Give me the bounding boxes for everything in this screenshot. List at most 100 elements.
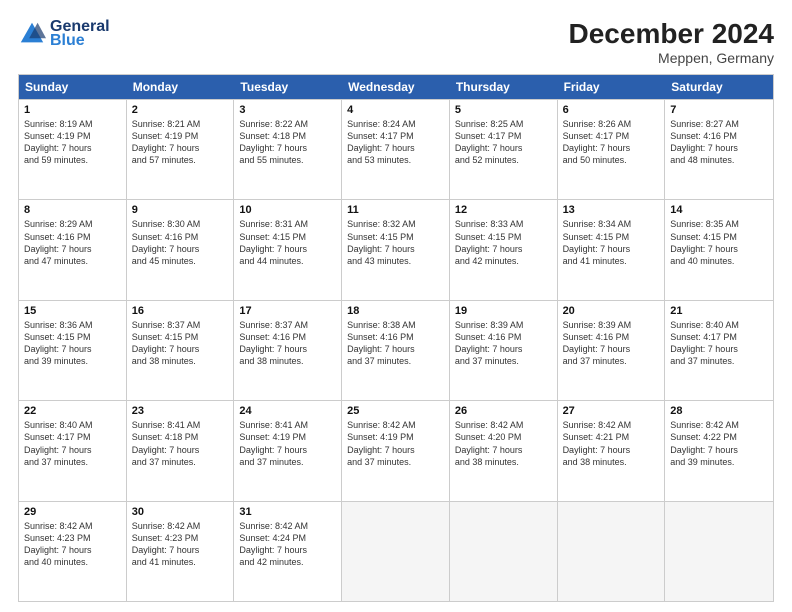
empty-cell <box>450 502 558 601</box>
day-cell-6: 6 Sunrise: 8:26 AMSunset: 4:17 PMDaylight… <box>558 100 666 199</box>
day-cell-10: 10 Sunrise: 8:31 AMSunset: 4:15 PMDayligh… <box>234 200 342 299</box>
day-cell-23: 23Sunrise: 8:41 AMSunset: 4:18 PMDayligh… <box>127 401 235 500</box>
day-info: Sunrise: 8:39 AMSunset: 4:16 PMDaylight:… <box>455 319 552 368</box>
day-cell-8: 8Sunrise: 8:29 AMSunset: 4:16 PMDaylight… <box>19 200 127 299</box>
day-info: Sunrise: 8:42 AMSunset: 4:24 PMDaylight:… <box>239 520 336 569</box>
day-number: 24 <box>239 405 336 417</box>
day-cell-1: 1 Sunrise: 8:19 AMSunset: 4:19 PMDaylight… <box>19 100 127 199</box>
calendar-row-1: 1 Sunrise: 8:19 AMSunset: 4:19 PMDaylight… <box>19 99 773 199</box>
title-block: December 2024 Meppen, Germany <box>569 18 774 66</box>
logo-icon <box>18 20 46 48</box>
day-cell-25: 25 Sunrise: 8:42 AMSunset: 4:19 PMDayligh… <box>342 401 450 500</box>
day-number: 19 <box>455 305 552 317</box>
day-info: Sunrise: 8:31 AMSunset: 4:15 PMDaylight:… <box>239 218 336 267</box>
day-number: 1 <box>24 104 121 116</box>
day-info: Sunrise: 8:24 AMSunset: 4:17 PMDaylight:… <box>347 118 444 167</box>
day-info: Sunrise: 8:37 AMSunset: 4:15 PMDaylight:… <box>132 319 229 368</box>
day-cell-24: 24 Sunrise: 8:41 AMSunset: 4:19 PMDayligh… <box>234 401 342 500</box>
day-info: Sunrise: 8:37 AMSunset: 4:16 PMDaylight:… <box>239 319 336 368</box>
location: Meppen, Germany <box>569 50 774 66</box>
day-info: Sunrise: 8:36 AMSunset: 4:15 PMDaylight:… <box>24 319 121 368</box>
day-cell-22: 22 Sunrise: 8:40 AMSunset: 4:17 PMDayligh… <box>19 401 127 500</box>
day-number: 6 <box>563 104 660 116</box>
day-info: Sunrise: 8:40 AMSunset: 4:17 PMDaylight:… <box>670 319 768 368</box>
day-info: Sunrise: 8:25 AMSunset: 4:17 PMDaylight:… <box>455 118 552 167</box>
day-cell-9: 9 Sunrise: 8:30 AMSunset: 4:16 PMDaylight… <box>127 200 235 299</box>
day-info: Sunrise: 8:42 AMSunset: 4:23 PMDaylight:… <box>132 520 229 569</box>
calendar-row-5: 29 Sunrise: 8:42 AMSunset: 4:23 PMDayligh… <box>19 501 773 601</box>
weekday-header-monday: Monday <box>127 75 235 99</box>
day-cell-27: 27Sunrise: 8:42 AMSunset: 4:21 PMDayligh… <box>558 401 666 500</box>
day-cell-18: 18 Sunrise: 8:38 AMSunset: 4:16 PMDayligh… <box>342 301 450 400</box>
calendar-row-3: 15Sunrise: 8:36 AMSunset: 4:15 PMDayligh… <box>19 300 773 400</box>
day-info: Sunrise: 8:39 AMSunset: 4:16 PMDaylight:… <box>563 319 660 368</box>
day-cell-12: 12 Sunrise: 8:33 AMSunset: 4:15 PMDayligh… <box>450 200 558 299</box>
day-info: Sunrise: 8:30 AMSunset: 4:16 PMDaylight:… <box>132 218 229 267</box>
day-number: 28 <box>670 405 768 417</box>
empty-cell <box>558 502 666 601</box>
day-number: 21 <box>670 305 768 317</box>
day-number: 18 <box>347 305 444 317</box>
weekday-header-tuesday: Tuesday <box>234 75 342 99</box>
day-number: 13 <box>563 204 660 216</box>
day-info: Sunrise: 8:22 AMSunset: 4:18 PMDaylight:… <box>239 118 336 167</box>
page: General Blue December 2024 Meppen, Germa… <box>0 0 792 612</box>
logo: General Blue <box>18 18 110 50</box>
day-info: Sunrise: 8:34 AMSunset: 4:15 PMDaylight:… <box>563 218 660 267</box>
empty-cell <box>665 502 773 601</box>
day-cell-26: 26 Sunrise: 8:42 AMSunset: 4:20 PMDayligh… <box>450 401 558 500</box>
day-number: 9 <box>132 204 229 216</box>
day-info: Sunrise: 8:33 AMSunset: 4:15 PMDaylight:… <box>455 218 552 267</box>
weekday-header-saturday: Saturday <box>665 75 773 99</box>
day-number: 4 <box>347 104 444 116</box>
day-info: Sunrise: 8:41 AMSunset: 4:19 PMDaylight:… <box>239 419 336 468</box>
day-number: 8 <box>24 204 121 216</box>
day-number: 5 <box>455 104 552 116</box>
day-number: 30 <box>132 506 229 518</box>
day-cell-4: 4 Sunrise: 8:24 AMSunset: 4:17 PMDaylight… <box>342 100 450 199</box>
weekday-header-wednesday: Wednesday <box>342 75 450 99</box>
day-cell-29: 29 Sunrise: 8:42 AMSunset: 4:23 PMDayligh… <box>19 502 127 601</box>
day-number: 29 <box>24 506 121 518</box>
calendar-row-2: 8Sunrise: 8:29 AMSunset: 4:16 PMDaylight… <box>19 199 773 299</box>
day-cell-7: 7 Sunrise: 8:27 AMSunset: 4:16 PMDaylight… <box>665 100 773 199</box>
empty-cell <box>342 502 450 601</box>
day-number: 7 <box>670 104 768 116</box>
calendar-body: 1 Sunrise: 8:19 AMSunset: 4:19 PMDaylight… <box>19 99 773 601</box>
day-info: Sunrise: 8:42 AMSunset: 4:20 PMDaylight:… <box>455 419 552 468</box>
calendar: SundayMondayTuesdayWednesdayThursdayFrid… <box>18 74 774 602</box>
day-cell-15: 15Sunrise: 8:36 AMSunset: 4:15 PMDayligh… <box>19 301 127 400</box>
day-cell-2: 2Sunrise: 8:21 AMSunset: 4:19 PMDaylight… <box>127 100 235 199</box>
day-number: 22 <box>24 405 121 417</box>
day-info: Sunrise: 8:42 AMSunset: 4:23 PMDaylight:… <box>24 520 121 569</box>
day-cell-11: 11Sunrise: 8:32 AMSunset: 4:15 PMDayligh… <box>342 200 450 299</box>
day-cell-30: 30 Sunrise: 8:42 AMSunset: 4:23 PMDayligh… <box>127 502 235 601</box>
day-number: 11 <box>347 204 444 216</box>
day-cell-19: 19 Sunrise: 8:39 AMSunset: 4:16 PMDayligh… <box>450 301 558 400</box>
day-cell-16: 16Sunrise: 8:37 AMSunset: 4:15 PMDayligh… <box>127 301 235 400</box>
day-info: Sunrise: 8:19 AMSunset: 4:19 PMDaylight:… <box>24 118 121 167</box>
day-info: Sunrise: 8:35 AMSunset: 4:15 PMDaylight:… <box>670 218 768 267</box>
day-number: 12 <box>455 204 552 216</box>
day-number: 10 <box>239 204 336 216</box>
day-info: Sunrise: 8:41 AMSunset: 4:18 PMDaylight:… <box>132 419 229 468</box>
day-number: 2 <box>132 104 229 116</box>
day-cell-13: 13 Sunrise: 8:34 AMSunset: 4:15 PMDayligh… <box>558 200 666 299</box>
day-info: Sunrise: 8:40 AMSunset: 4:17 PMDaylight:… <box>24 419 121 468</box>
day-cell-5: 5 Sunrise: 8:25 AMSunset: 4:17 PMDaylight… <box>450 100 558 199</box>
weekday-header-sunday: Sunday <box>19 75 127 99</box>
day-info: Sunrise: 8:38 AMSunset: 4:16 PMDaylight:… <box>347 319 444 368</box>
day-info: Sunrise: 8:27 AMSunset: 4:16 PMDaylight:… <box>670 118 768 167</box>
day-number: 25 <box>347 405 444 417</box>
day-info: Sunrise: 8:42 AMSunset: 4:19 PMDaylight:… <box>347 419 444 468</box>
day-cell-17: 17 Sunrise: 8:37 AMSunset: 4:16 PMDayligh… <box>234 301 342 400</box>
day-cell-20: 20Sunrise: 8:39 AMSunset: 4:16 PMDayligh… <box>558 301 666 400</box>
logo-text: General Blue <box>50 18 110 50</box>
day-info: Sunrise: 8:26 AMSunset: 4:17 PMDaylight:… <box>563 118 660 167</box>
header: General Blue December 2024 Meppen, Germa… <box>18 18 774 66</box>
day-cell-21: 21 Sunrise: 8:40 AMSunset: 4:17 PMDayligh… <box>665 301 773 400</box>
day-cell-31: 31Sunrise: 8:42 AMSunset: 4:24 PMDayligh… <box>234 502 342 601</box>
day-number: 26 <box>455 405 552 417</box>
day-number: 17 <box>239 305 336 317</box>
calendar-row-4: 22 Sunrise: 8:40 AMSunset: 4:17 PMDayligh… <box>19 400 773 500</box>
